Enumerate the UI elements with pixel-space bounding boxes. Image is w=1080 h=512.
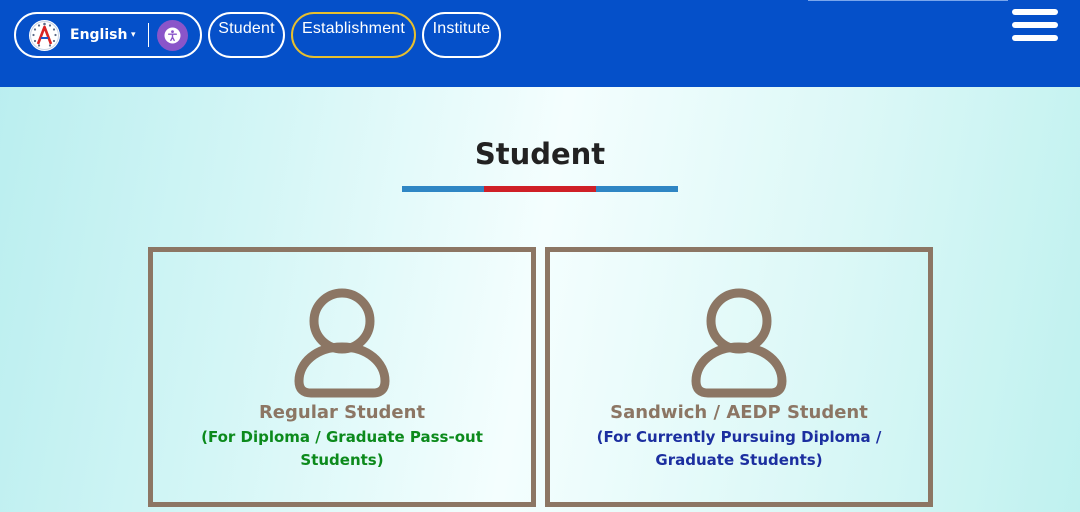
nav-tab-student[interactable]: Student [208, 12, 285, 58]
title-underline-accent [484, 186, 596, 192]
accessibility-icon[interactable] [157, 20, 188, 51]
card-subtitle-line: (For Currently Pursuing Diploma / [596, 428, 882, 446]
menu-bar [1012, 22, 1058, 28]
logo-icon [29, 20, 60, 51]
menu-bar [1012, 35, 1058, 41]
card-subtitle-line: Students) [300, 451, 384, 469]
card-subtitle-line: Graduate Students) [655, 451, 823, 469]
language-selector[interactable]: English ▾ [14, 12, 202, 58]
header-top-line [808, 0, 1008, 1]
card-title: Regular Student [258, 402, 426, 423]
chevron-down-icon: ▾ [131, 30, 136, 40]
card-subtitle: (For Diploma / Graduate Pass-out Student… [183, 426, 501, 472]
regular-student-card[interactable]: Regular Student (For Diploma / Graduate … [148, 247, 536, 507]
card-subtitle: (For Currently Pursuing Diploma / Gradua… [580, 426, 898, 472]
title-underline [402, 186, 678, 192]
pill-divider [148, 23, 149, 47]
menu-bar [1012, 9, 1058, 15]
page-title: Student [474, 137, 606, 171]
top-header: English ▾ Student Establishment Institut… [0, 0, 1080, 87]
sandwich-aedp-student-card[interactable]: Sandwich / AEDP Student (For Currently P… [545, 247, 933, 507]
nav-tab-establishment[interactable]: Establishment [291, 12, 416, 58]
card-title: Sandwich / AEDP Student [610, 402, 868, 423]
language-label: English [70, 27, 128, 43]
nav-tab-institute[interactable]: Institute [422, 12, 501, 58]
hamburger-menu-icon[interactable] [1012, 9, 1058, 42]
user-icon [294, 288, 390, 398]
user-icon [691, 288, 787, 398]
card-subtitle-line: (For Diploma / Graduate Pass-out [201, 428, 483, 446]
